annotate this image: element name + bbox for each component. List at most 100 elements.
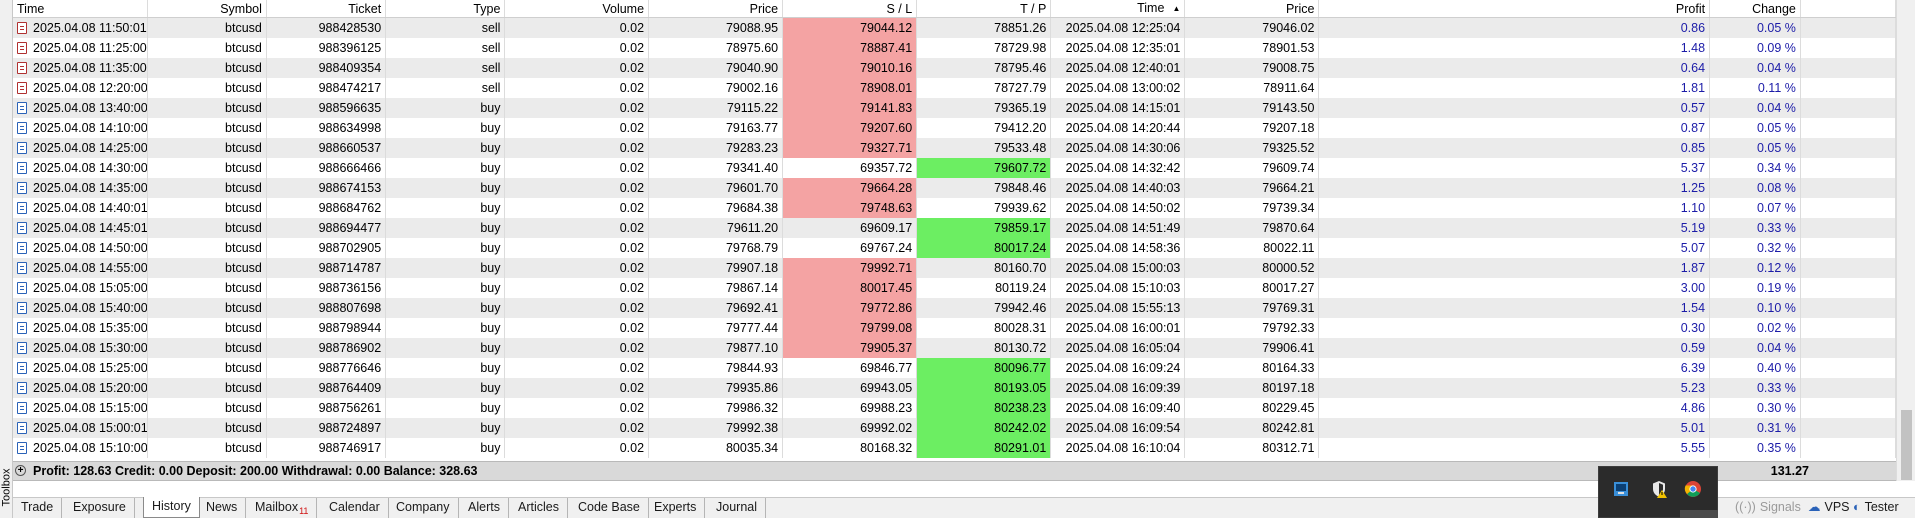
cell-profit: 5.37 [1318,158,1711,178]
cell-take-profit: 80130.72 [916,338,1052,358]
cell-close-price: 80000.52 [1184,258,1320,278]
cell-type: buy [385,138,506,158]
cell-close-time: 2025.04.08 16:05:04 [1050,338,1186,358]
table-row[interactable]: 2025.04.08 14:45:01 btcusd 988694477 buy 0.0… [13,218,1896,238]
table-row[interactable]: 2025.04.08 15:30:00 btcusd 988786902 buy 0.0… [13,338,1896,358]
cell-volume: 0.02 [504,398,650,418]
buy-deal-icon [17,102,27,114]
cell-stop-loss: 69943.05 [782,378,918,398]
cell-volume: 0.02 [504,378,650,398]
table-row[interactable]: 2025.04.08 15:00:01 btcusd 988724897 buy 0.0… [13,418,1896,438]
tab-calendar[interactable]: Calendar [321,498,389,518]
table-row[interactable]: 2025.04.08 15:25:00 btcusd 988776646 buy 0.0… [13,358,1896,378]
col-header-close-price[interactable]: Price [1184,0,1320,18]
tab-code-base[interactable]: Code Base [570,498,649,518]
table-row[interactable]: 2025.04.08 11:35:00 btcusd 988409354 sell 0.… [13,58,1896,78]
col-header-symbol[interactable]: Symbol [147,0,267,18]
cell-close-price: 79739.34 [1184,198,1320,218]
cell-take-profit: 80119.24 [916,278,1052,298]
tab-news[interactable]: News [198,498,247,518]
cell-ticket: 988764409 [266,378,387,398]
table-row[interactable]: 2025.04.08 14:40:01 btcusd 988684762 buy 0.0… [13,198,1896,218]
buy-deal-icon [17,122,27,134]
table-row[interactable]: 2025.04.08 15:20:00 btcusd 988764409 buy 0.0… [13,378,1896,398]
cell-ticket: 988776646 [266,358,387,378]
expand-plus-icon[interactable]: + [15,465,26,476]
col-header-profit[interactable]: Profit [1318,0,1711,18]
cell-profit: 3.00 [1318,278,1711,298]
table-row[interactable]: 2025.04.08 15:15:00 btcusd 988756261 buy 0.0… [13,398,1896,418]
vertical-scrollbar[interactable] [1896,0,1915,481]
table-row[interactable]: 2025.04.08 15:40:00 btcusd 988807698 buy 0.0… [13,298,1896,318]
cell-take-profit: 80096.77 [916,358,1052,378]
table-row[interactable]: 2025.04.08 15:35:00 btcusd 988798944 buy 0.0… [13,318,1896,338]
tab-history[interactable]: History [143,497,200,518]
cell-close-time: 2025.04.08 16:09:54 [1050,418,1186,438]
table-row[interactable]: 2025.04.08 15:10:00 btcusd 988746917 buy 0.0… [13,438,1896,458]
network-icon[interactable] [1611,479,1631,499]
tab-trade[interactable]: Trade [13,498,63,518]
tab-vps[interactable]: ☁ VPS [1808,498,1850,518]
col-header-type[interactable]: Type [385,0,506,18]
tab-articles[interactable]: Articles [510,498,568,518]
table-row[interactable]: 2025.04.08 14:10:00 btcusd 988634998 buy 0.0… [13,118,1896,138]
table-row[interactable]: 2025.04.08 14:25:00 btcusd 988660537 buy 0.0… [13,138,1896,158]
scrollbar-thumb[interactable] [1901,410,1912,480]
cell-stop-loss: 79207.60 [782,118,918,138]
cell-stop-loss: 79044.12 [782,17,918,38]
tab-alerts[interactable]: Alerts [460,498,509,518]
col-header-change[interactable]: Change [1709,0,1801,18]
buy-deal-icon [17,282,27,294]
cell-stop-loss: 80017.45 [782,278,918,298]
table-row[interactable]: 2025.04.08 11:50:01 btcusd 988428530 sell 0.… [13,17,1896,38]
buy-deal-icon [17,342,27,354]
security-shield-icon[interactable] [1649,479,1669,499]
cell-open-price: 79907.18 [648,258,784,278]
cell-close-price: 80197.18 [1184,378,1320,398]
cell-open-price: 79867.14 [648,278,784,298]
col-header-sl[interactable]: S / L [782,0,918,18]
cell-type: buy [385,298,506,318]
tab-signals[interactable]: ((·)) Signals [1735,498,1801,518]
cell-volume: 0.02 [504,238,650,258]
col-header-volume[interactable]: Volume [504,0,650,18]
cell-open-price: 79692.41 [648,298,784,318]
col-header-close-time[interactable]: Time ▲ [1050,0,1186,18]
cell-change: 0.05 % [1709,17,1801,38]
tab-company[interactable]: Company [388,498,459,518]
col-header-tp[interactable]: T / P [916,0,1052,18]
buy-deal-icon [17,142,27,154]
cell-change: 0.02 % [1709,318,1801,338]
tab-journal[interactable]: Journal [708,498,766,518]
toolbox-strip[interactable]: Toolbox [0,0,13,518]
tab-mailbox[interactable]: Mailbox11 [247,498,318,518]
cell-symbol: btcusd [147,178,267,198]
tab-exposure[interactable]: Exposure [65,498,135,518]
table-row[interactable]: 2025.04.08 14:50:00 btcusd 988702905 buy 0.0… [13,238,1896,258]
cell-ticket: 988634998 [266,118,387,138]
col-header-time[interactable]: Time [13,0,148,18]
cell-filler [1800,98,1896,118]
col-header-ticket[interactable]: Ticket [266,0,387,18]
cell-change: 0.05 % [1709,118,1801,138]
cell-take-profit: 79859.17 [916,218,1052,238]
cell-open-time: 2025.04.08 14:45:01 [13,218,148,238]
table-row[interactable]: 2025.04.08 12:20:00 btcusd 988474217 sell 0.… [13,78,1896,98]
table-row[interactable]: 2025.04.08 14:55:00 btcusd 988714787 buy 0.0… [13,258,1896,278]
tab-tester[interactable]: ◐ Tester [1853,498,1899,518]
table-row[interactable]: 2025.04.08 13:40:00 btcusd 988596635 buy 0.0… [13,98,1896,118]
tab-experts[interactable]: Experts [646,498,706,518]
cell-take-profit: 79412.20 [916,118,1052,138]
chrome-icon[interactable] [1683,479,1703,499]
table-row[interactable]: 2025.04.08 14:35:00 btcusd 988674153 buy 0.0… [13,178,1896,198]
buy-deal-icon [17,422,27,434]
table-row[interactable]: 2025.04.08 11:25:00 btcusd 988396125 sell 0.… [13,38,1896,58]
cell-take-profit: 79607.72 [916,158,1052,178]
table-row[interactable]: 2025.04.08 15:05:00 btcusd 988736156 buy 0.0… [13,278,1896,298]
cell-open-price: 79992.38 [648,418,784,438]
col-header-price[interactable]: Price [648,0,784,18]
cell-ticket: 988660537 [266,138,387,158]
cell-filler [1800,258,1896,278]
table-row[interactable]: 2025.04.08 14:30:00 btcusd 988666466 buy 0.0… [13,158,1896,178]
cell-symbol: btcusd [147,118,267,138]
